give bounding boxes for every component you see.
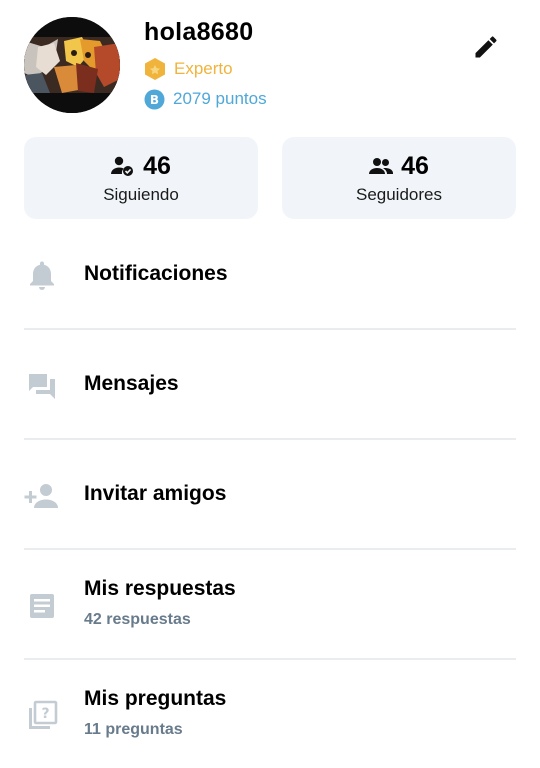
followers-card[interactable]: 46 Seguidores (282, 137, 516, 219)
menu-item-subtitle: 42 respuestas (84, 611, 191, 628)
followers-count: 46 (401, 151, 429, 180)
menu-item-title: Mis preguntas (84, 687, 227, 710)
following-card[interactable]: 46 Siguiendo (24, 137, 258, 219)
edit-profile-button[interactable] (466, 27, 506, 67)
profile-menu: Notificaciones Mensajes Invitar amigos M… (24, 220, 516, 768)
menu-item-mensajes[interactable]: Mensajes (24, 330, 516, 440)
people-icon (369, 158, 394, 174)
following-count: 46 (143, 151, 171, 180)
chat-icon (24, 369, 60, 403)
profile-header: hola8680 Experto B 2079 puntos (0, 0, 540, 130)
rank-label: Experto (174, 59, 233, 78)
menu-item-notificaciones[interactable]: Notificaciones (24, 220, 516, 330)
stats-row: 46 Siguiendo 46 Seguidores (24, 137, 516, 219)
username: hola8680 (144, 18, 254, 46)
menu-item-mis-preguntas[interactable]: ? Mis preguntas 11 preguntas (24, 660, 516, 768)
add-person-icon (24, 479, 60, 513)
question-icon: ? (24, 699, 60, 733)
menu-item-subtitle: 11 preguntas (84, 721, 183, 738)
avatar[interactable] (24, 17, 120, 113)
rank-badge: Experto (144, 57, 233, 81)
followers-label: Seguidores (355, 185, 442, 204)
menu-item-title: Invitar amigos (84, 482, 227, 505)
menu-item-title: Mensajes (84, 372, 179, 395)
points-label: 2079 puntos (173, 89, 267, 108)
svg-text:?: ? (41, 706, 49, 722)
menu-item-title: Mis respuestas (84, 577, 236, 600)
menu-item-mis-respuestas[interactable]: Mis respuestas 42 respuestas (24, 550, 516, 660)
pencil-icon (475, 36, 497, 58)
points-badge: B 2079 puntos (144, 88, 267, 110)
person-check-icon (111, 156, 134, 176)
following-label: Siguiendo (103, 185, 179, 204)
bell-icon (24, 259, 60, 293)
svg-text:B: B (150, 93, 159, 107)
document-icon (24, 589, 60, 623)
menu-item-invitar-amigos[interactable]: Invitar amigos (24, 440, 516, 550)
points-coin-icon: B (144, 89, 165, 109)
rank-hexagon-icon (145, 58, 165, 80)
menu-item-title: Notificaciones (84, 262, 228, 285)
